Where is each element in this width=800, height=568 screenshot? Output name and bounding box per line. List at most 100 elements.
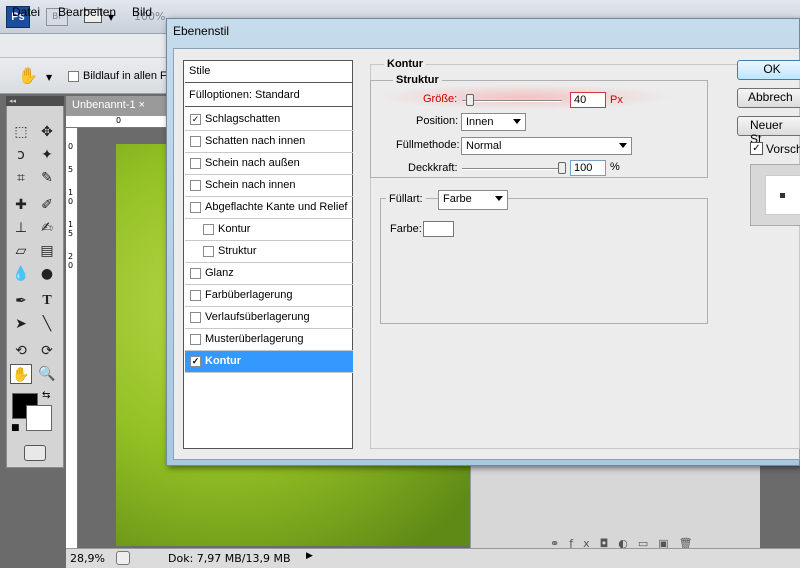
dodge-tool-icon[interactable]: ● <box>36 264 58 284</box>
effect-checkbox[interactable] <box>190 312 201 323</box>
lasso-tool-icon[interactable]: ↄ <box>10 145 32 165</box>
document-tab[interactable]: Unbenannt-1 × <box>66 96 166 116</box>
effect-item[interactable]: Kontur <box>185 219 353 241</box>
chevron-down-icon <box>495 196 503 201</box>
styles-header-label: Stile <box>189 65 211 77</box>
tools-panel-header[interactable]: ◂◂ <box>6 96 64 106</box>
effect-label: Glanz <box>205 267 234 279</box>
brush-tool-icon[interactable]: ✐ <box>36 195 58 215</box>
effect-label: Verlaufsüberlagerung <box>205 311 310 323</box>
line-tool-icon[interactable]: ╲ <box>36 314 58 334</box>
opacity-slider-thumb[interactable] <box>558 162 566 174</box>
position-select[interactable]: Innen <box>461 113 526 131</box>
effect-item[interactable]: Schatten nach innen <box>185 131 353 153</box>
effect-label: Schein nach innen <box>205 179 296 191</box>
close-icon[interactable]: × <box>139 99 145 111</box>
size-slider-thumb[interactable] <box>466 94 474 106</box>
3d-orbit-icon[interactable]: ⟳ <box>36 341 58 361</box>
ok-button[interactable]: OK <box>737 60 800 80</box>
scroll-all-windows-checkbox[interactable] <box>68 71 79 82</box>
effect-checkbox[interactable] <box>190 136 201 147</box>
blend-mode-select[interactable]: Normal <box>461 137 632 155</box>
path-selection-icon[interactable]: ➤ <box>10 314 32 334</box>
pen-tool-icon[interactable]: ✒ <box>10 291 32 311</box>
ruler-label: 1 <box>68 220 74 229</box>
fill-type-value: Farbe <box>443 193 472 205</box>
magic-wand-icon[interactable]: ✦ <box>36 145 58 165</box>
size-input[interactable]: 40 <box>570 92 606 108</box>
dialog-title: Ebenenstil <box>173 24 230 38</box>
effect-label: Struktur <box>218 245 257 257</box>
effect-item[interactable]: Struktur <box>185 241 353 263</box>
quick-mask-button[interactable] <box>24 445 46 461</box>
effect-item[interactable]: Schein nach innen <box>185 175 353 197</box>
ruler-label: 5 <box>68 165 74 174</box>
fill-type-select[interactable]: Farbe <box>438 190 508 210</box>
eyedropper-icon[interactable]: ✎ <box>36 168 58 188</box>
effect-checkbox[interactable]: ✓ <box>190 356 201 367</box>
effect-item[interactable]: Glanz <box>185 263 353 285</box>
chevron-down-icon[interactable]: ▼ <box>46 73 52 82</box>
effect-item[interactable]: Schein nach außen <box>185 153 353 175</box>
blend-options-item[interactable]: Fülloptionen: Standard <box>185 85 353 107</box>
styles-header[interactable]: Stile <box>185 61 353 83</box>
hand-tool-icon[interactable]: ✋ <box>18 66 38 85</box>
effect-checkbox[interactable] <box>190 202 201 213</box>
effect-item[interactable]: ✓ Kontur <box>185 351 353 373</box>
zoom-status[interactable]: 28,9% <box>70 552 105 565</box>
stroke-color-swatch[interactable] <box>423 221 454 237</box>
effect-checkbox[interactable] <box>190 158 201 169</box>
blur-tool-icon[interactable]: 💧 <box>10 264 32 284</box>
status-menu-arrow-icon[interactable]: ▶ <box>306 551 313 561</box>
effect-checkbox[interactable] <box>203 246 214 257</box>
chevron-down-icon <box>513 119 521 124</box>
healing-brush-icon[interactable]: ✚ <box>10 195 32 215</box>
background-color-swatch[interactable] <box>26 405 52 431</box>
effect-checkbox[interactable] <box>190 334 201 345</box>
ruler-label: 2 <box>68 252 74 261</box>
preview-checkbox[interactable]: ✓ <box>750 142 763 155</box>
effect-item[interactable]: Verlaufsüberlagerung <box>185 307 353 329</box>
menu-bearbeiten[interactable]: Bearbeiten <box>58 5 116 19</box>
history-brush-icon[interactable]: ✍ <box>36 218 58 238</box>
3d-rotate-icon[interactable]: ⟲ <box>10 341 32 361</box>
effect-item[interactable]: Musterüberlagerung <box>185 329 353 351</box>
menu-datei[interactable]: Datei <box>12 5 40 19</box>
effect-checkbox[interactable] <box>203 224 214 235</box>
new-style-button[interactable]: Neuer St <box>737 116 800 146</box>
gradient-tool-icon[interactable]: ▤ <box>36 241 58 261</box>
effect-checkbox[interactable] <box>190 268 201 279</box>
effect-item[interactable]: Abgeflachte Kante und Relief <box>185 197 353 219</box>
effect-item[interactable]: ✓ Schlagschatten <box>185 109 353 131</box>
swap-colors-icon[interactable]: ⇆ <box>42 390 50 401</box>
menu-bild[interactable]: Bild <box>132 5 152 19</box>
fill-type-label: Füllart: <box>386 193 426 205</box>
zoom-tool-icon[interactable]: 🔍 <box>36 364 58 384</box>
hand-tool-icon[interactable]: ✋ <box>10 364 32 384</box>
opacity-slider-track[interactable] <box>462 168 562 170</box>
marquee-tool-icon[interactable]: ⬚ <box>10 122 32 142</box>
document-size-info: Dok: 7,97 MB/13,9 MB <box>168 552 291 565</box>
horizontal-ruler: 0 <box>66 116 176 128</box>
eraser-tool-icon[interactable]: ▱ <box>10 241 32 261</box>
effect-checkbox[interactable]: ✓ <box>190 114 201 125</box>
ruler-label: 0 <box>68 142 74 151</box>
effect-label: Abgeflachte Kante und Relief <box>205 201 348 213</box>
status-info-icon[interactable] <box>116 551 130 565</box>
default-colors-icon[interactable]: ■ <box>11 423 20 433</box>
move-tool-icon[interactable]: ✥ <box>36 122 58 142</box>
cancel-button[interactable]: Abbrech <box>737 88 800 108</box>
effect-checkbox[interactable] <box>190 290 201 301</box>
opacity-input[interactable]: 100 <box>570 160 606 176</box>
chevron-down-icon <box>619 143 627 148</box>
size-highlight <box>375 84 675 110</box>
blend-mode-label: Füllmethode: <box>396 139 460 151</box>
type-tool-icon[interactable]: T <box>36 291 58 311</box>
size-slider-track[interactable] <box>462 100 562 102</box>
size-label: Größe: <box>423 93 458 105</box>
crop-tool-icon[interactable]: ⌗ <box>10 168 32 188</box>
effect-item[interactable]: Farbüberlagerung <box>185 285 353 307</box>
stamp-tool-icon[interactable]: ⊥ <box>10 218 32 238</box>
effect-checkbox[interactable] <box>190 180 201 191</box>
ruler-label: 0 <box>68 197 74 206</box>
